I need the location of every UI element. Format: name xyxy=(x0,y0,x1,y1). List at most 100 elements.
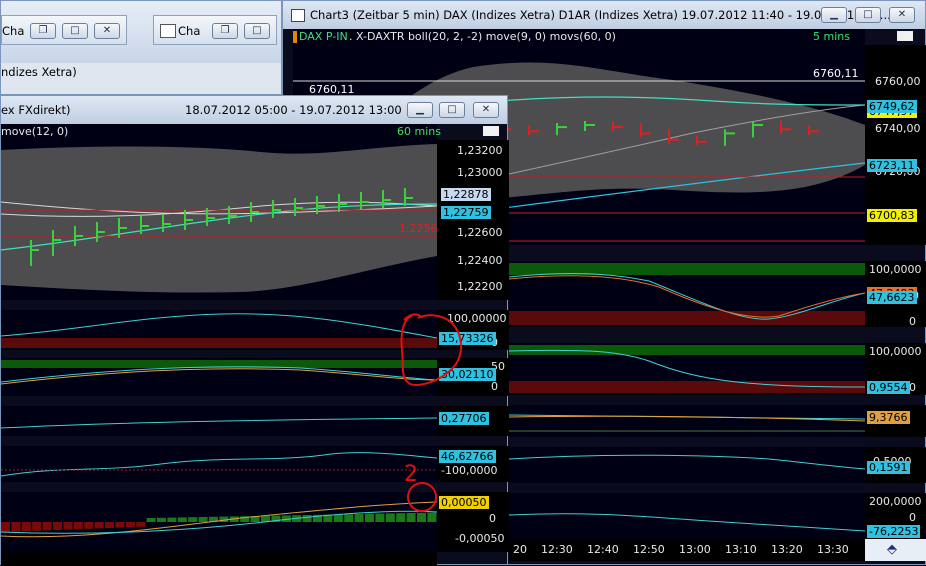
annotation-number: 2 xyxy=(404,462,418,487)
minimize-button[interactable]: ▁ xyxy=(407,102,433,118)
chart3-scroll-tool[interactable]: ⬘ xyxy=(865,539,926,561)
scroll-tool-icon: ⬘ xyxy=(887,542,897,557)
fx-price-panel[interactable]: 1,2256 xyxy=(1,140,437,300)
close-button[interactable]: ✕ xyxy=(94,23,120,39)
chart3-titlebar[interactable]: Chart3 (Zeitbar 5 min) DAX (Indizes Xetr… xyxy=(283,1,925,29)
maximize-button[interactable]: □ xyxy=(855,7,881,23)
fx-oscillator-3-axis: 0,27706 xyxy=(437,406,509,436)
histogram-bar xyxy=(375,513,385,522)
histogram-bar xyxy=(105,522,114,528)
fx-legend: move(12, 0) xyxy=(1,125,69,138)
fx-oscillator-3-svg xyxy=(1,417,437,429)
fx-oscillator-5[interactable] xyxy=(1,492,437,552)
restore-button[interactable]: ❐ xyxy=(30,23,56,39)
fx-price-svg xyxy=(1,144,437,293)
chart3-interval: 5 mins xyxy=(813,30,850,43)
chart3-time-axis[interactable]: 20 12:30 12:40 12:50 13:00 13:10 13:20 1… xyxy=(509,539,865,561)
histogram-bar xyxy=(136,522,146,527)
osc-tick: 0 xyxy=(491,380,498,393)
histogram-bar xyxy=(21,522,31,532)
maximize-button[interactable]: □ xyxy=(439,102,465,118)
fx-titlebar[interactable]: ex FXdirekt) 18.07.2012 05:00 - 19.07.20… xyxy=(1,96,507,124)
chart3-legend-bar: DAX P-IN . X-DAXTR boll(20, 2, -2) move(… xyxy=(293,29,865,45)
chart3-oscillator-2-axis: 100,0000 0 0,9554 xyxy=(865,343,926,395)
oscillator-5-line xyxy=(509,513,865,532)
restore-icon: ❐ xyxy=(38,25,48,36)
time-tick: 12:40 xyxy=(587,543,619,556)
chart3-legend-prefix: DAX P-IN xyxy=(299,30,348,43)
fx-title-left: ex FXdirekt) xyxy=(1,103,71,117)
price-tag-6700: 6700,83 xyxy=(867,209,917,222)
time-tick: 12:50 xyxy=(633,543,665,556)
fx-oscillator-1[interactable] xyxy=(1,310,437,350)
time-tick: 13:30 xyxy=(817,543,849,556)
fx-price-axis[interactable]: 1,23200 1,23000 1,22600 1,22400 1,22200 … xyxy=(437,140,509,300)
fx-histogram xyxy=(1,512,437,532)
fx-time-axis[interactable] xyxy=(1,552,437,566)
chart3-scroll-arrow[interactable] xyxy=(897,31,913,41)
chart3-oscillator-5[interactable] xyxy=(509,493,865,539)
chart3-oscillator-3[interactable] xyxy=(509,405,865,437)
close-button[interactable]: ✕ xyxy=(473,102,499,118)
fx-osc-tag-15: 15,73326 xyxy=(439,332,496,345)
maximize-icon: □ xyxy=(447,104,457,115)
fx-osc-tag-277: 0,27706 xyxy=(439,412,489,425)
close-button[interactable]: ✕ xyxy=(889,7,915,23)
histogram-bar xyxy=(365,513,374,522)
histogram-bar xyxy=(385,513,395,522)
histogram-bar xyxy=(177,517,187,522)
fx-legend-bar: move(12, 0) 60 mins xyxy=(1,124,441,140)
chart3-last-price-label: 6760,11 xyxy=(813,67,859,80)
histogram-bar xyxy=(11,522,21,532)
oscillator-2-svg xyxy=(509,349,865,388)
restore-icon: ❐ xyxy=(220,25,230,36)
chart-icon xyxy=(291,9,305,22)
histogram-bar xyxy=(302,515,312,522)
fx-oscillator-2-svg xyxy=(1,366,437,385)
chart3-price-axis[interactable]: 6760,00 6740,00 6720,00 6747,97 6749,62 … xyxy=(865,45,926,245)
fx-oscillator-4-svg xyxy=(1,452,437,477)
price-tick: 1,22400 xyxy=(457,254,503,267)
fx-oscillator-4[interactable] xyxy=(1,446,437,482)
price-tick: 1,22200 xyxy=(457,280,503,293)
histogram-bar xyxy=(84,522,94,529)
histogram-bar xyxy=(396,513,406,522)
fx-price-tag-22759: 1,22759 xyxy=(441,206,491,219)
chart3-oscillator-2[interactable] xyxy=(509,343,865,395)
minimize-icon: ▁ xyxy=(830,9,838,20)
histogram-bar xyxy=(406,513,416,522)
price-tag-6749: 6749,62 xyxy=(867,100,917,113)
fx-oscillator-2[interactable] xyxy=(1,358,437,396)
oscillator-5-svg xyxy=(509,513,865,532)
restore-button[interactable]: ❐ xyxy=(212,23,238,39)
time-tick: 20 xyxy=(513,543,527,556)
histogram-bar xyxy=(53,522,62,530)
histogram-bar xyxy=(125,522,135,528)
osc-tick: 0 xyxy=(489,512,496,525)
osc-tag-47: 47,6623 xyxy=(867,291,917,304)
fx-oscillator-3-line xyxy=(1,417,437,429)
maximize-button[interactable]: □ xyxy=(244,23,270,39)
histogram-bar xyxy=(188,517,198,522)
legend-color-swatch xyxy=(293,31,297,43)
fx-scroll-arrow[interactable] xyxy=(483,126,499,136)
maximize-button[interactable]: □ xyxy=(62,23,88,39)
oscillator-1-line-a xyxy=(509,273,865,320)
osc-tick: 100,0000 xyxy=(869,345,922,358)
osc-tick: -100,0000 xyxy=(441,464,498,477)
osc-tick: 0 xyxy=(909,511,916,524)
price-tick: 6740,00 xyxy=(875,122,921,135)
chart3-oscillator-1[interactable] xyxy=(509,261,865,327)
chart3-oscillator-4[interactable] xyxy=(509,447,865,483)
close-icon: ✕ xyxy=(897,9,907,20)
histogram-bar xyxy=(42,522,52,531)
oscillator-4-svg xyxy=(509,454,865,470)
minimize-button[interactable]: ▁ xyxy=(821,7,847,23)
osc-tick: 0 xyxy=(909,381,916,394)
time-tick: 13:10 xyxy=(725,543,757,556)
price-tick: 6760,00 xyxy=(875,75,921,88)
histogram-bar xyxy=(146,518,156,522)
background-tab-2[interactable]: Cha ❐ □ xyxy=(153,15,277,45)
background-tab-1[interactable]: Cha ❐ □ ✕ xyxy=(1,15,127,45)
fx-oscillator-3[interactable] xyxy=(1,406,437,436)
